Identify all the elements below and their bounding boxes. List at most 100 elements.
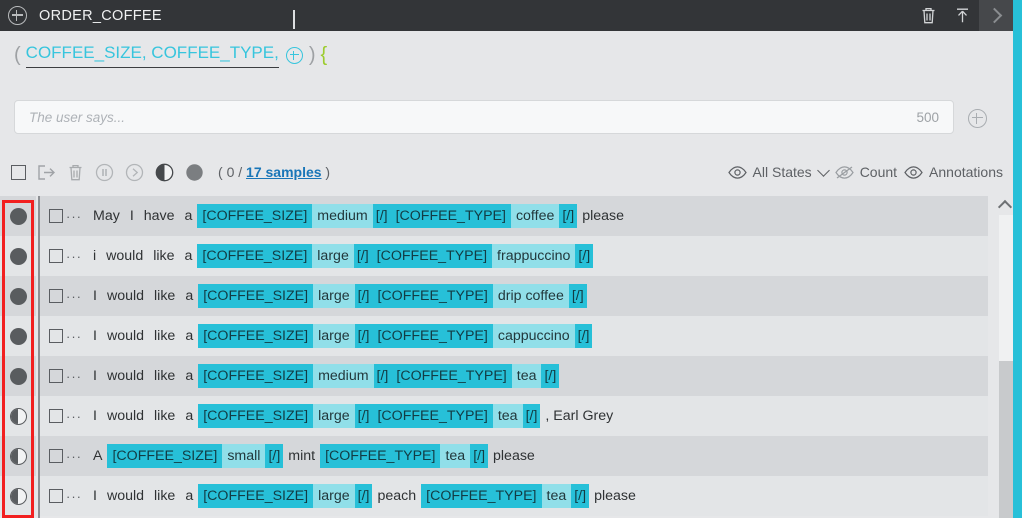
entity-tag-close[interactable]: [/] <box>571 484 589 508</box>
signature-parameters[interactable]: COFFEE_SIZE, COFFEE_TYPE, <box>26 43 279 68</box>
entity-tag-close[interactable]: [/] <box>354 244 372 268</box>
export-button[interactable] <box>37 164 56 181</box>
sample-state-cell[interactable] <box>0 476 36 516</box>
select-all-checkbox[interactable] <box>11 165 26 180</box>
entity-tag-open[interactable]: [COFFEE_SIZE] <box>197 244 312 268</box>
scrollbar-lower-track[interactable] <box>999 361 1013 518</box>
delete-intent-button[interactable] <box>911 0 945 31</box>
entity-tag-open[interactable]: [COFFEE_TYPE] <box>372 324 492 348</box>
entity-value[interactable]: drip coffee <box>493 284 569 308</box>
entity-tag-close[interactable]: [/] <box>374 364 392 388</box>
entity-tag-open[interactable]: [COFFEE_TYPE] <box>421 484 541 508</box>
table-row[interactable]: ···Iwouldlikea[COFFEE_SIZE]large[/][COFF… <box>40 276 988 316</box>
entity-tag-open[interactable]: [COFFEE_SIZE] <box>198 484 313 508</box>
table-row[interactable]: ···Iwouldlikea[COFFEE_SIZE]large[/][COFF… <box>40 316 988 356</box>
vertical-scrollbar[interactable] <box>997 196 1013 518</box>
sample-state-cell[interactable] <box>0 276 36 316</box>
row-checkbox[interactable] <box>49 489 63 503</box>
half-state-button[interactable] <box>155 163 174 182</box>
row-menu-button[interactable]: ··· <box>66 410 82 423</box>
entity-value[interactable]: tea <box>493 404 523 428</box>
entity-value[interactable]: large <box>313 484 355 508</box>
full-state-button[interactable] <box>185 163 204 182</box>
sample-state-cell[interactable] <box>0 396 36 436</box>
row-checkbox[interactable] <box>49 369 63 383</box>
entity-tag-open[interactable]: [COFFEE_SIZE] <box>197 204 312 228</box>
entity-tag-open[interactable]: [COFFEE_SIZE] <box>198 364 313 388</box>
add-parameter-button[interactable] <box>286 47 303 64</box>
sample-state-cell[interactable] <box>0 236 36 276</box>
row-checkbox[interactable] <box>49 209 63 223</box>
entity-value[interactable]: cappuccino <box>493 324 575 348</box>
entity-value[interactable]: large <box>313 324 355 348</box>
all-states-filter[interactable]: All States <box>728 164 828 180</box>
entity-tag-open[interactable]: [COFFEE_TYPE] <box>391 204 511 228</box>
entity-tag-close[interactable]: [/] <box>265 444 283 468</box>
utterance-input[interactable]: The user says... 500 <box>14 100 954 134</box>
table-row[interactable]: ···Iwouldlikea[COFFEE_SIZE]large[/][COFF… <box>40 396 988 436</box>
count-toggle[interactable]: Count <box>835 164 897 180</box>
intent-dropdown-button[interactable] <box>293 10 295 28</box>
table-row[interactable]: ···iwouldlikea[COFFEE_SIZE]large[/][COFF… <box>40 236 988 276</box>
entity-value[interactable]: coffee <box>511 204 559 228</box>
entity-value[interactable]: large <box>313 284 355 308</box>
entity-tag-open[interactable]: [COFFEE_SIZE] <box>198 284 313 308</box>
table-row[interactable]: ···Iwouldlikea[COFFEE_SIZE]large[/]peach… <box>40 476 988 516</box>
sample-state-cell[interactable] <box>0 356 36 396</box>
table-row[interactable]: ···A[COFFEE_SIZE]small[/]mint[COFFEE_TYP… <box>40 436 988 476</box>
row-menu-button[interactable]: ··· <box>66 210 82 223</box>
row-menu-button[interactable]: ··· <box>66 250 82 263</box>
entity-tag-close[interactable]: [/] <box>355 284 373 308</box>
scrollbar-thumb[interactable] <box>999 215 1013 361</box>
next-button[interactable] <box>979 0 1013 31</box>
entity-tag-open[interactable]: [COFFEE_TYPE] <box>372 244 492 268</box>
entity-value[interactable]: medium <box>313 364 373 388</box>
entity-tag-close[interactable]: [/] <box>575 324 593 348</box>
row-checkbox[interactable] <box>49 289 63 303</box>
play-state-button[interactable] <box>125 163 144 182</box>
row-menu-button[interactable]: ··· <box>66 490 82 503</box>
entity-tag-open[interactable]: [COFFEE_SIZE] <box>107 444 222 468</box>
row-checkbox[interactable] <box>49 449 63 463</box>
entity-tag-open[interactable]: [COFFEE_SIZE] <box>198 404 313 428</box>
entity-tag-close[interactable]: [/] <box>373 204 391 228</box>
entity-value[interactable]: large <box>312 244 354 268</box>
entity-tag-open[interactable]: [COFFEE_SIZE] <box>198 324 313 348</box>
annotations-toggle[interactable]: Annotations <box>904 164 1003 180</box>
entity-tag-close[interactable]: [/] <box>470 444 488 468</box>
entity-tag-close[interactable]: [/] <box>355 324 373 348</box>
add-intent-button[interactable] <box>0 6 34 25</box>
row-menu-button[interactable]: ··· <box>66 330 82 343</box>
entity-tag-close[interactable]: [/] <box>523 404 541 428</box>
entity-tag-close[interactable]: [/] <box>559 204 577 228</box>
sample-state-cell[interactable] <box>0 196 36 236</box>
table-row[interactable]: ···Iwouldlikea[COFFEE_SIZE]medium[/][COF… <box>40 356 988 396</box>
add-utterance-button[interactable] <box>968 109 987 133</box>
entity-tag-open[interactable]: [COFFEE_TYPE] <box>372 284 492 308</box>
entity-value[interactable]: tea <box>542 484 572 508</box>
entity-tag-close[interactable]: [/] <box>569 284 587 308</box>
table-row[interactable]: ···MayIhavea[COFFEE_SIZE]medium[/][COFFE… <box>40 196 988 236</box>
entity-value[interactable]: medium <box>312 204 372 228</box>
entity-value[interactable]: large <box>313 404 355 428</box>
entity-tag-open[interactable]: [COFFEE_TYPE] <box>320 444 440 468</box>
entity-value[interactable]: small <box>222 444 265 468</box>
sample-state-cell[interactable] <box>0 436 36 476</box>
delete-samples-button[interactable] <box>67 163 84 182</box>
entity-tag-close[interactable]: [/] <box>541 364 559 388</box>
total-samples-link[interactable]: 17 samples <box>246 164 322 180</box>
sample-state-cell[interactable] <box>0 316 36 356</box>
row-menu-button[interactable]: ··· <box>66 450 82 463</box>
scrollbar-track[interactable] <box>999 215 1013 518</box>
entity-tag-open[interactable]: [COFFEE_TYPE] <box>391 364 511 388</box>
entity-value[interactable]: tea <box>440 444 470 468</box>
upload-button[interactable] <box>945 0 979 31</box>
row-menu-button[interactable]: ··· <box>66 370 82 383</box>
entity-value[interactable]: tea <box>512 364 542 388</box>
entity-tag-close[interactable]: [/] <box>575 244 593 268</box>
row-checkbox[interactable] <box>49 409 63 423</box>
row-checkbox[interactable] <box>49 329 63 343</box>
pause-state-button[interactable] <box>95 163 114 182</box>
row-checkbox[interactable] <box>49 249 63 263</box>
entity-tag-open[interactable]: [COFFEE_TYPE] <box>372 404 492 428</box>
